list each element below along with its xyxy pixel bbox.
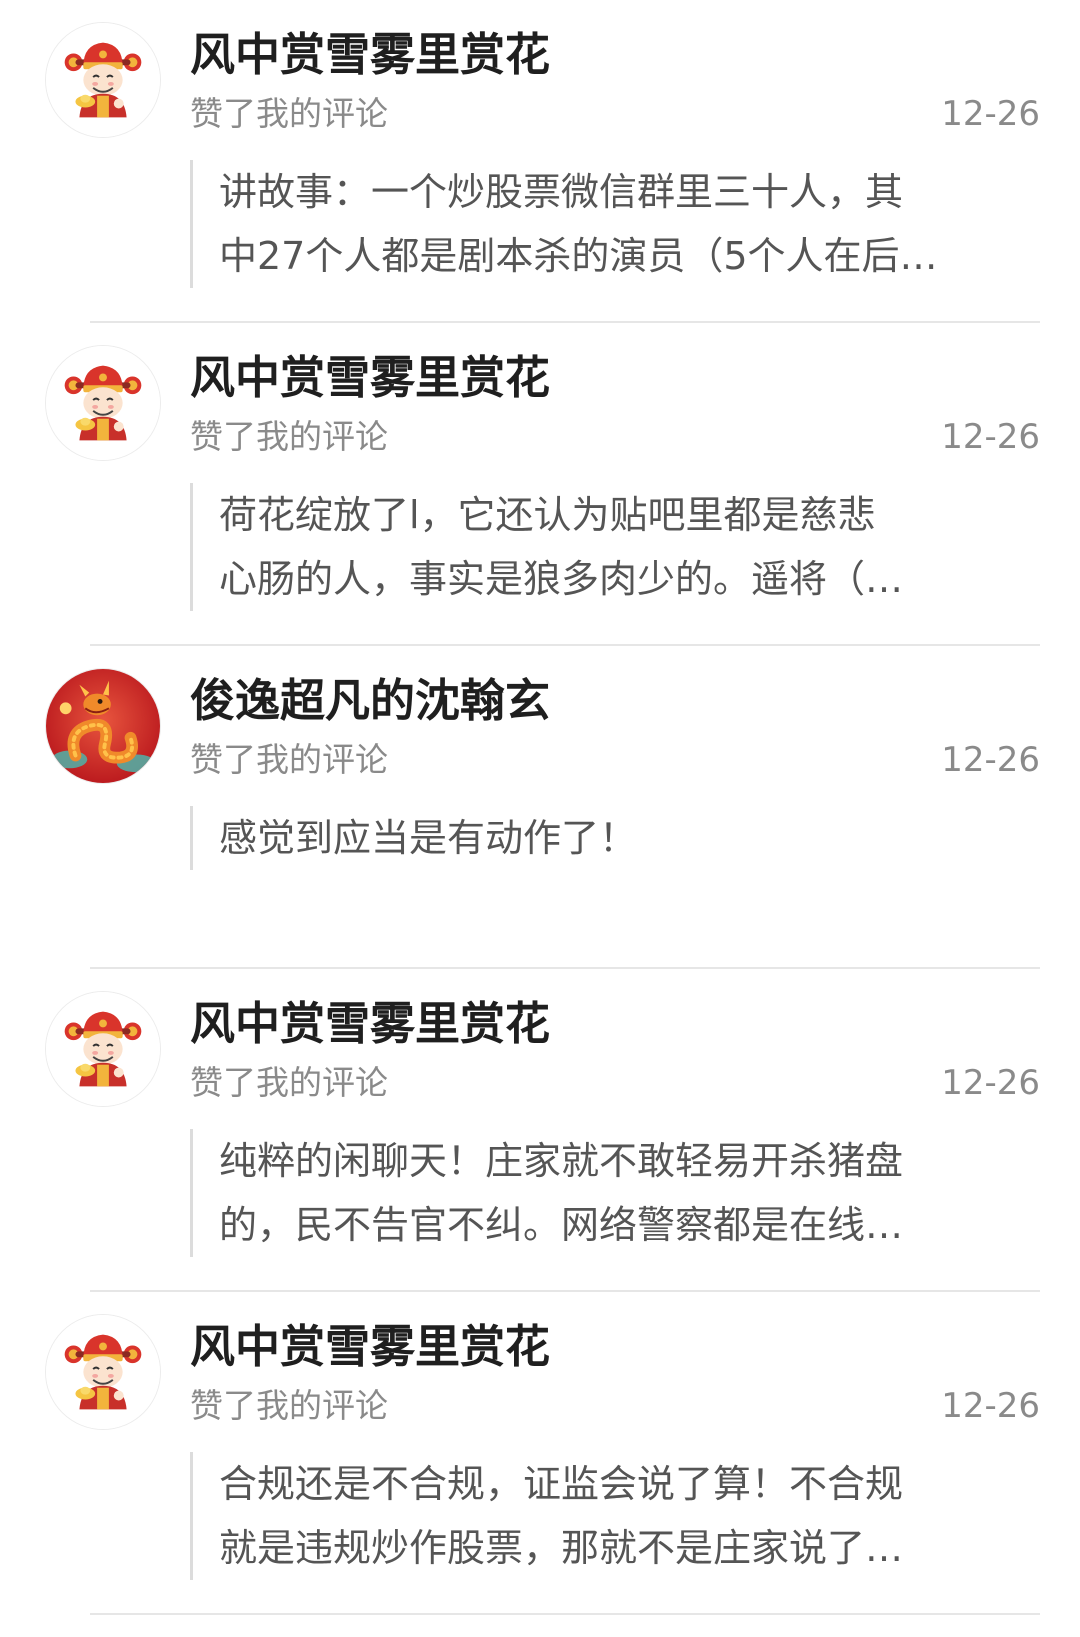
action-text: 赞了我的评论 — [190, 1063, 388, 1102]
timestamp: 12-26 — [941, 417, 1040, 457]
quoted-comment[interactable]: 感觉到应当是有动作了！ — [190, 806, 1020, 870]
action-text: 赞了我的评论 — [190, 417, 388, 456]
action-text: 赞了我的评论 — [190, 1386, 388, 1425]
comment-line: 合规还是不合规，证监会说了算！不合规 — [219, 1462, 904, 1506]
comment-line: 的，民不告官不纠。网络警察都是在线… — [219, 1203, 904, 1247]
divider — [90, 1613, 1040, 1615]
caishen-avatar-icon[interactable] — [45, 1314, 161, 1430]
caishen-avatar-icon[interactable] — [45, 22, 161, 138]
notification-item[interactable]: 风中赏雪雾里赏花赞了我的评论 12-26 讲故事：一个炒股票微信群里三十人，其 中27… — [0, 0, 1080, 323]
username[interactable]: 风中赏雪雾里赏花 — [190, 995, 550, 1053]
quoted-comment[interactable]: 讲故事：一个炒股票微信群里三十人，其 中27个人都是剧本杀的演员（5个人在后… — [190, 160, 1020, 288]
username[interactable]: 风中赏雪雾里赏花 — [190, 26, 550, 84]
caishen-avatar-icon[interactable] — [45, 345, 161, 461]
action-text: 赞了我的评论 — [190, 94, 388, 133]
comment-line: 感觉到应当是有动作了！ — [219, 816, 638, 860]
comment-line: 中27个人都是剧本杀的演员（5个人在后… — [219, 234, 938, 278]
username[interactable]: 风中赏雪雾里赏花 — [190, 349, 550, 407]
action-text: 赞了我的评论 — [190, 740, 388, 779]
timestamp: 12-26 — [941, 1063, 1040, 1103]
notification-item[interactable]: 风中赏雪雾里赏花赞了我的评论 12-26 纯粹的闲聊天！庄家就不敢轻易开杀猪盘 的，民… — [0, 969, 1080, 1292]
notification-list: 风中赏雪雾里赏花 赞了我的评论 12-26 讲故事：一个炒股票微信群里三十人，其 中27… — [0, 0, 1080, 1615]
notification-item[interactable]: 风中赏雪雾里赏花赞了我的评论 12-26 荷花绽放了l，它还认为贴吧里都是慈悲 心肠的… — [0, 323, 1080, 646]
comment-line: 纯粹的闲聊天！庄家就不敢轻易开杀猪盘 — [219, 1139, 904, 1183]
username[interactable]: 风中赏雪雾里赏花 — [190, 1318, 550, 1376]
timestamp: 12-26 — [941, 1386, 1040, 1426]
notification-item[interactable]: 风中赏雪雾里赏花赞了我的评论 12-26 合规还是不合规，证监会说了算！不合规 就是违… — [0, 1292, 1080, 1615]
comment-line: 讲故事：一个炒股票微信群里三十人，其 — [219, 170, 904, 214]
dragon-avatar-icon[interactable] — [45, 668, 161, 784]
comment-line: 心肠的人，事实是狼多肉少的。遥将（… — [219, 557, 904, 601]
quoted-comment[interactable]: 合规还是不合规，证监会说了算！不合规 就是违规炒作股票，那就不是庄家说了… — [190, 1452, 1020, 1580]
notification-item[interactable]: 俊逸超凡的沈翰玄赞了我的评论 12-26 感觉到应当是有动作了！ — [0, 646, 1080, 969]
comment-line: 荷花绽放了l，它还认为贴吧里都是慈悲 — [219, 493, 876, 537]
timestamp: 12-26 — [941, 94, 1040, 134]
quoted-comment[interactable]: 纯粹的闲聊天！庄家就不敢轻易开杀猪盘 的，民不告官不纠。网络警察都是在线… — [190, 1129, 1020, 1257]
timestamp: 12-26 — [941, 740, 1040, 780]
quoted-comment[interactable]: 荷花绽放了l，它还认为贴吧里都是慈悲 心肠的人，事实是狼多肉少的。遥将（… — [190, 483, 1020, 611]
comment-line: 就是违规炒作股票，那就不是庄家说了… — [219, 1526, 904, 1570]
username[interactable]: 俊逸超凡的沈翰玄 — [190, 672, 550, 730]
caishen-avatar-icon[interactable] — [45, 991, 161, 1107]
